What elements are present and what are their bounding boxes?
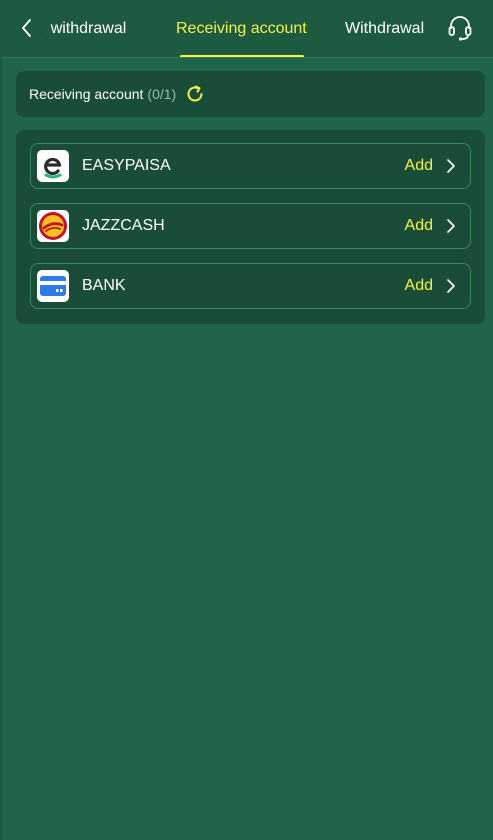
method-bank[interactable]: BANK Add — [30, 263, 471, 309]
page: Last withdrawal Receiving account Withdr… — [0, 0, 493, 840]
add-bank-button[interactable]: Add — [405, 264, 433, 308]
refresh-icon — [187, 85, 203, 102]
method-name: BANK — [82, 277, 126, 294]
tab-last-withdrawal[interactable]: Last withdrawal — [46, 0, 126, 57]
method-easypaisa[interactable]: EASYPAISA Add — [30, 143, 471, 189]
easypaisa-logo — [37, 150, 69, 182]
jazzcash-logo — [37, 210, 69, 242]
receiving-account-summary: Receiving account (0/1) — [16, 71, 485, 117]
tab-withdrawal[interactable]: Withdrawal — [345, 0, 424, 57]
chevron-right-icon — [442, 157, 460, 175]
account-count: (0/1) — [147, 86, 177, 102]
method-jazzcash[interactable]: JAZZCASH Add — [30, 203, 471, 249]
bank-card-icon — [37, 270, 69, 302]
method-name: JAZZCASH — [82, 217, 165, 234]
chevron-left-icon — [22, 19, 31, 37]
chevron-right-icon — [442, 217, 460, 235]
refresh-button[interactable] — [184, 83, 206, 105]
payment-methods-list: EASYPAISA Add JAZZCASH Add BANK Add — [16, 130, 485, 324]
tab-receiving-account[interactable]: Receiving account — [176, 0, 307, 57]
add-jazzcash-button[interactable]: Add — [405, 204, 433, 248]
summary-label: Receiving account — [29, 86, 144, 102]
tab-strip: Last withdrawal Receiving account Withdr… — [46, 0, 438, 57]
chevron-right-icon — [442, 277, 460, 295]
active-tab-indicator — [180, 55, 304, 57]
customer-support-button[interactable] — [446, 14, 474, 42]
method-name: EASYPAISA — [82, 157, 171, 174]
headset-icon — [448, 16, 472, 41]
back-button[interactable] — [14, 15, 40, 41]
add-easypaisa-button[interactable]: Add — [405, 144, 433, 188]
top-nav-bar: Last withdrawal Receiving account Withdr… — [2, 0, 493, 58]
